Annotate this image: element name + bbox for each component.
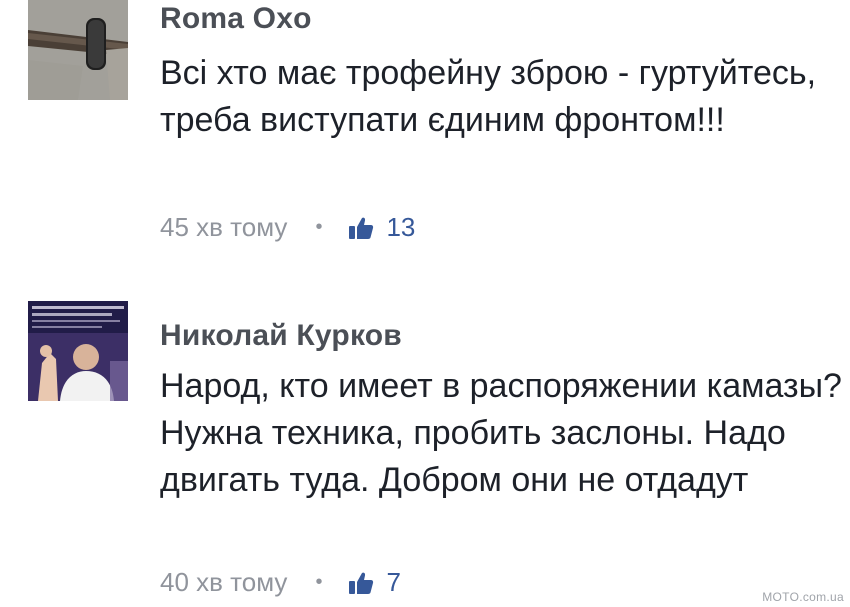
avatar[interactable] xyxy=(28,0,128,100)
knife-photo-avatar-image xyxy=(28,0,128,100)
politician-photo-avatar-image xyxy=(28,301,128,401)
comment-text: Народ, кто имеет в распоряжении камазы? … xyxy=(160,367,842,499)
comment-text: Всі хто має трофейну зброю - гуртуйтесь,… xyxy=(160,54,817,139)
author-name[interactable]: Roma Oxo xyxy=(160,2,312,36)
thumbs-up-icon[interactable] xyxy=(348,215,374,241)
comment: Roma Oxo Всі хто має трофейну зброю - гу… xyxy=(0,0,850,270)
timestamp[interactable]: 45 хв тому xyxy=(160,212,287,243)
dot-icon: • xyxy=(315,571,323,593)
thumbs-up-icon[interactable] xyxy=(348,570,374,596)
comment: Николай Курков Народ, кто имеет в распор… xyxy=(0,295,850,607)
like-count[interactable]: 13 xyxy=(386,212,415,243)
comment-meta: 45 хв тому • 13 xyxy=(160,212,415,243)
avatar[interactable] xyxy=(28,301,128,401)
author-name[interactable]: Николай Курков xyxy=(160,319,402,353)
timestamp[interactable]: 40 хв тому xyxy=(160,567,287,598)
dot-icon: • xyxy=(315,216,323,238)
like-count[interactable]: 7 xyxy=(386,567,400,598)
comment-meta: 40 хв тому • 7 xyxy=(160,567,401,598)
watermark: MOTO.com.ua xyxy=(762,590,844,604)
